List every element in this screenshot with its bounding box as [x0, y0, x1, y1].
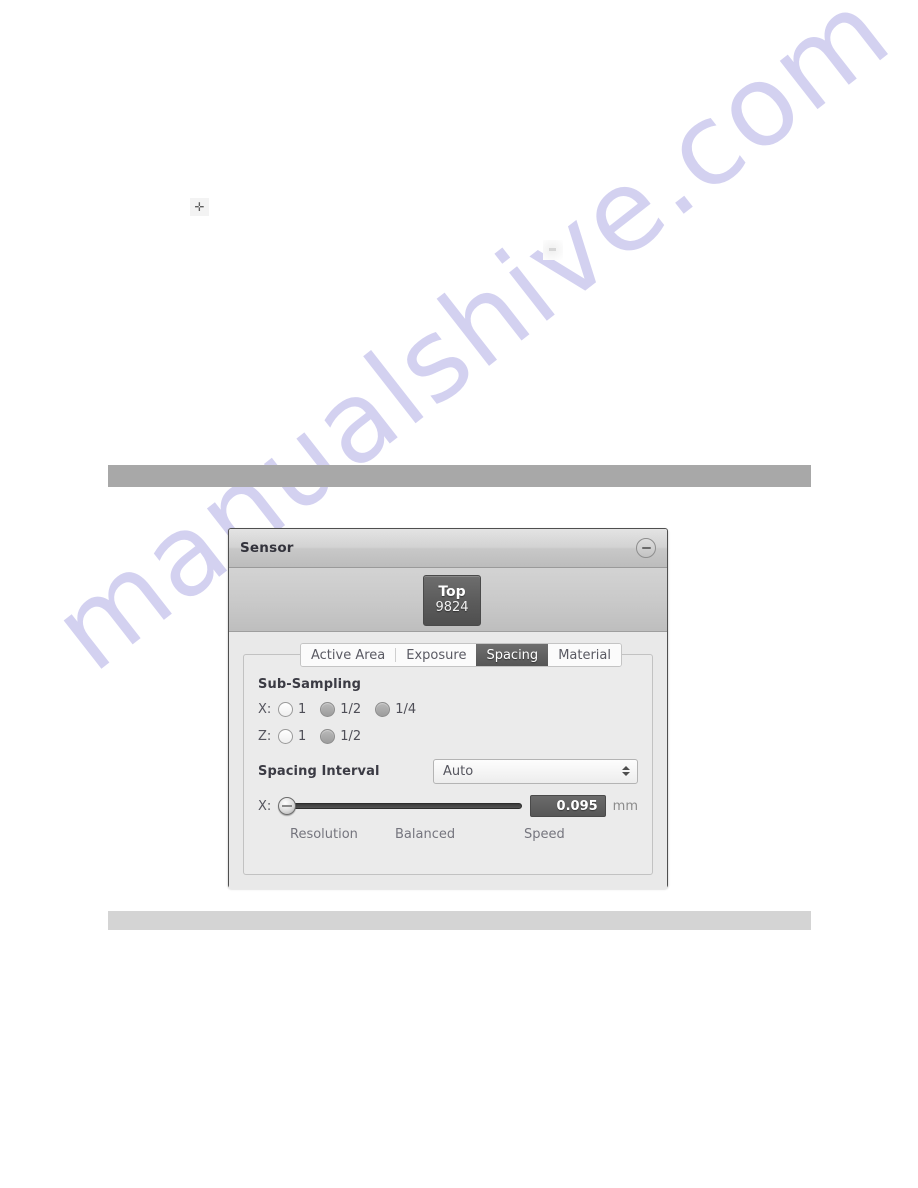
- scale-label-resolution: Resolution: [290, 827, 358, 842]
- slider-scale-labels: Resolution Balanced Speed: [258, 827, 638, 849]
- spacing-interval-heading: Spacing Interval: [258, 763, 380, 779]
- panel-body: Active Area Exposure Spacing Material Su…: [229, 632, 667, 889]
- radio-button-x-1[interactable]: [278, 701, 293, 717]
- faint-scan-smudge: [543, 240, 563, 260]
- radio-label-x-1: 1: [298, 701, 307, 717]
- slider-track[interactable]: [286, 803, 522, 809]
- spacing-value-unit: mm: [612, 798, 638, 814]
- sensor-tile-name: Top: [438, 584, 466, 600]
- radio-label-z-1: 1: [298, 728, 307, 744]
- radio-button-z-half[interactable]: [320, 728, 336, 744]
- sub-sampling-heading: Sub-Sampling: [258, 677, 361, 692]
- divider-bar-top: [108, 465, 811, 487]
- radio-label-z-half: 1/2: [340, 728, 362, 744]
- scale-label-speed: Speed: [524, 827, 565, 842]
- slider-axis-label-x: X:: [258, 798, 272, 814]
- radio-label-x-quarter: 1/4: [395, 701, 417, 717]
- sensor-panel: Sensor Top 9824 Active Area Exposure Spa…: [228, 528, 668, 889]
- tab-spacing[interactable]: Spacing: [476, 644, 549, 666]
- tab-material[interactable]: Material: [548, 644, 621, 666]
- tab-bar: Active Area Exposure Spacing Material: [300, 643, 622, 667]
- plus-glyph: ✛: [194, 200, 205, 214]
- radio-button-x-half[interactable]: [320, 701, 336, 717]
- radio-button-x-quarter[interactable]: [375, 701, 391, 717]
- sub-sampling-row-x: X: 1 1/2 1/4: [258, 699, 638, 719]
- sensor-tile-top[interactable]: Top 9824: [423, 575, 481, 626]
- spacing-slider[interactable]: [278, 796, 522, 816]
- radio-option-x-half[interactable]: 1/2: [320, 701, 362, 717]
- chevron-updown-icon[interactable]: [622, 766, 630, 776]
- settings-group-box: Active Area Exposure Spacing Material Su…: [243, 643, 653, 875]
- spacing-mode-value: Auto: [443, 763, 474, 779]
- sub-sampling-row-z: Z: 1 1/2: [258, 726, 638, 746]
- radio-label-x-half: 1/2: [340, 701, 362, 717]
- axis-label-z: Z:: [258, 728, 272, 744]
- spacing-slider-row: X: 0.095 mm: [258, 794, 638, 818]
- plus-icon: ✛: [190, 198, 209, 216]
- radio-option-z-half[interactable]: 1/2: [320, 728, 362, 744]
- panel-titlebar: Sensor: [229, 529, 667, 568]
- radio-option-x-quarter[interactable]: 1/4: [375, 701, 417, 717]
- spacing-mode-select[interactable]: Auto: [433, 758, 638, 784]
- spacing-interval-row: Spacing Interval Auto: [258, 758, 638, 784]
- minus-icon: [641, 547, 651, 549]
- spacing-value-field[interactable]: 0.095: [529, 795, 606, 817]
- radio-button-z-1[interactable]: [278, 728, 293, 744]
- radio-option-z-1[interactable]: 1: [278, 728, 307, 744]
- axis-label-x: X:: [258, 701, 272, 717]
- scale-label-balanced: Balanced: [395, 827, 456, 842]
- minimize-button[interactable]: [636, 538, 656, 558]
- tab-active-area[interactable]: Active Area: [301, 644, 396, 666]
- tab-exposure[interactable]: Exposure: [396, 644, 477, 666]
- sensor-tile-value: 9824: [435, 600, 469, 616]
- sensor-strip: Top 9824: [229, 568, 667, 632]
- radio-option-x-1[interactable]: 1: [278, 701, 307, 717]
- slider-handle[interactable]: [278, 797, 296, 815]
- divider-bar-bottom: [108, 911, 811, 930]
- panel-title: Sensor: [240, 540, 294, 556]
